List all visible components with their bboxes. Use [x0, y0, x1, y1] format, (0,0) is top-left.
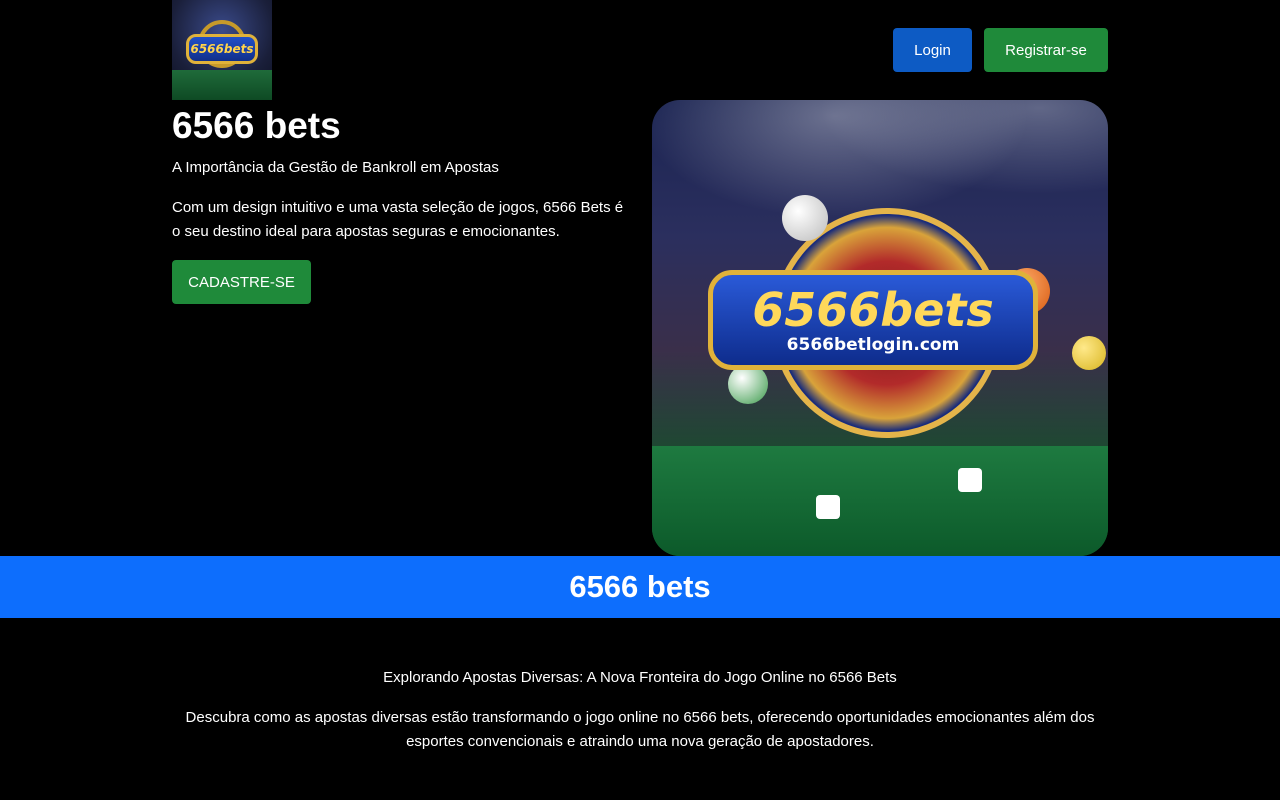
dice-icon [958, 468, 982, 492]
soccer-ball-icon [782, 195, 828, 241]
section-title: Explorando Apostas Diversas: A Nova Fron… [383, 669, 897, 686]
hero-content: 6566 bets A Importância da Gestão de Ban… [172, 100, 632, 304]
green-ball-icon [728, 364, 768, 404]
dice-icon [816, 495, 840, 519]
logo-badge: 6566bets [186, 34, 258, 64]
banner-title: 6566 bets [569, 569, 711, 604]
yellow-ball-icon [1072, 336, 1106, 370]
register-button[interactable]: Registrar-se [984, 28, 1108, 72]
hero-image: 6566bets 6566betlogin.com [652, 100, 1108, 556]
hero-image-url: 6566betlogin.com [786, 335, 960, 355]
hero-description: Com um design intuitivo e uma vasta sele… [172, 199, 624, 240]
section-text: Descubra como as apostas diversas estão … [185, 709, 1095, 750]
hero-image-brand: 6566bets [752, 283, 994, 337]
hero-subtitle: A Importância da Gestão de Bankroll em A… [172, 159, 499, 176]
site-logo[interactable]: 6566bets [172, 0, 272, 100]
casino-table [652, 446, 1108, 556]
title-banner: 6566 bets [0, 556, 1280, 618]
hero-title: 6566 bets [172, 105, 341, 146]
login-button[interactable]: Login [893, 28, 972, 72]
site-header: 6566bets Login Registrar-se [172, 0, 1108, 100]
article-section: Explorando Apostas Diversas: A Nova Fron… [172, 666, 1108, 754]
signup-cta-button[interactable]: CADASTRE-SE [172, 260, 311, 304]
logo-brand-text: 6566bets [190, 42, 254, 56]
hero-brand-plate: 6566bets 6566betlogin.com [708, 270, 1038, 370]
logo-floor [172, 70, 272, 100]
